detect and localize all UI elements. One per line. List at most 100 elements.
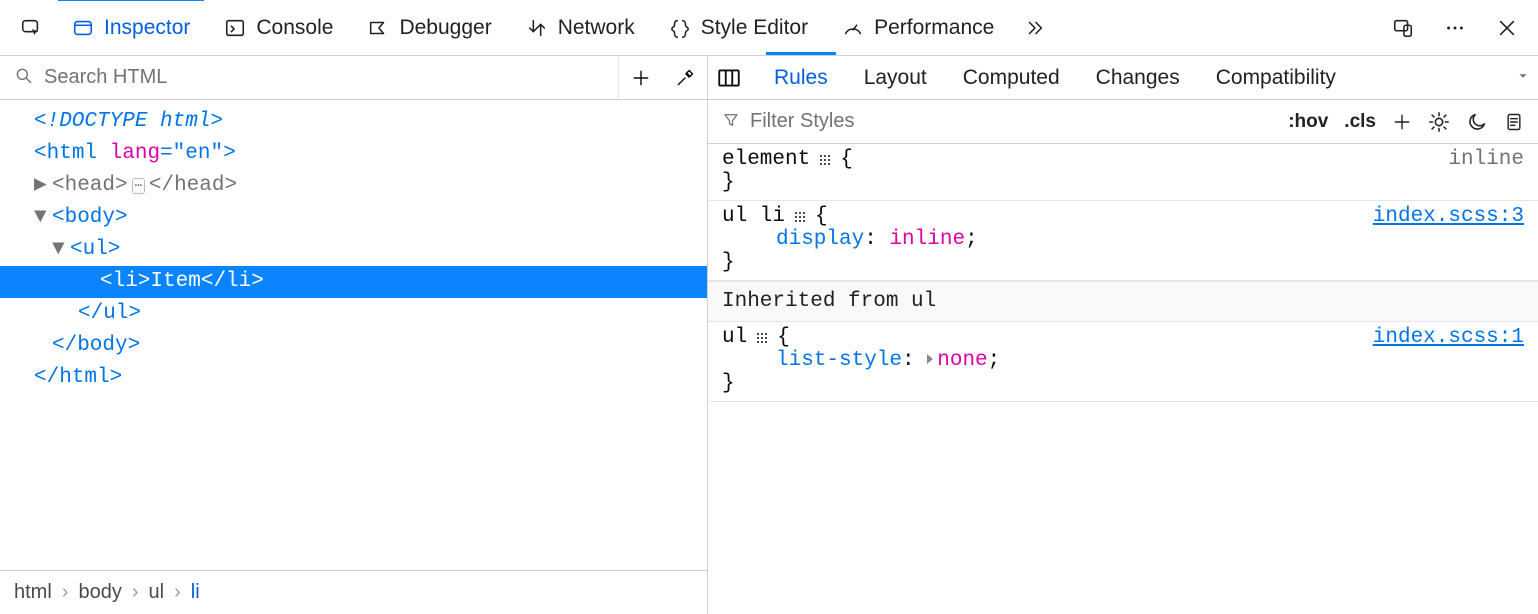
- dom-ul-open[interactable]: ▼ <ul>: [0, 234, 707, 266]
- dark-scheme-button[interactable]: [1466, 111, 1488, 133]
- tabs-dropdown-button[interactable]: [1516, 69, 1530, 87]
- chevron-double-right-icon: [1024, 17, 1046, 39]
- tab-console-label: Console: [256, 16, 333, 40]
- rule-element[interactable]: element { inline }: [708, 144, 1538, 201]
- tab-changes[interactable]: Changes: [1092, 60, 1184, 96]
- rule-selector: element: [722, 148, 810, 171]
- more-horizontal-icon: [1444, 17, 1466, 39]
- rule-source-inline: inline: [1448, 148, 1524, 171]
- pick-element-button[interactable]: [10, 9, 52, 47]
- rule-ul[interactable]: ul { index.scss:1 list-style: none; }: [708, 322, 1538, 402]
- chevron-down-icon: [1516, 69, 1530, 83]
- close-devtools-button[interactable]: [1486, 9, 1528, 47]
- inherited-from-header: Inherited from ul: [708, 281, 1538, 322]
- css-value[interactable]: none: [937, 349, 987, 372]
- network-icon: [526, 17, 548, 39]
- plus-icon: [631, 68, 651, 88]
- cls-button[interactable]: .cls: [1344, 111, 1376, 133]
- html-search-bar: [0, 56, 707, 100]
- performance-icon: [842, 17, 864, 39]
- dom-li[interactable]: <li>Item</li>: [0, 266, 707, 298]
- rule-ul-li[interactable]: ul li { index.scss:3 display: inline; }: [708, 201, 1538, 281]
- eyedropper-icon: [675, 68, 695, 88]
- dom-body-open[interactable]: ▼ <body>: [0, 202, 707, 234]
- grip-icon: [755, 331, 769, 345]
- css-property[interactable]: display: [776, 228, 864, 251]
- expand-triangle-icon[interactable]: [927, 354, 933, 364]
- devtools-toolbar: Inspector Console Debugger Network Style…: [0, 0, 1538, 56]
- console-icon: [224, 17, 246, 39]
- sun-icon: [1428, 111, 1450, 133]
- breadcrumb-li[interactable]: li: [191, 581, 200, 604]
- breadcrumb-body[interactable]: body: [78, 581, 121, 604]
- add-rule-button[interactable]: [1392, 112, 1412, 132]
- filter-icon: [722, 111, 740, 133]
- expand-triangle-icon[interactable]: ▶: [34, 170, 50, 202]
- tab-network-label: Network: [558, 16, 635, 40]
- tab-debugger-label: Debugger: [399, 16, 491, 40]
- moon-icon: [1466, 111, 1488, 133]
- rule-selector: ul li: [722, 205, 785, 228]
- responsive-icon: [1392, 17, 1414, 39]
- debugger-icon: [367, 17, 389, 39]
- css-value[interactable]: inline: [889, 228, 965, 251]
- responsive-design-button[interactable]: [1382, 9, 1424, 47]
- tab-inspector-label: Inspector: [104, 16, 190, 40]
- tab-performance-label: Performance: [874, 16, 994, 40]
- grip-icon: [793, 210, 807, 224]
- tab-layout[interactable]: Layout: [860, 60, 931, 96]
- rules-list: element { inline } ul li { index.scss:3: [708, 144, 1538, 614]
- dom-head[interactable]: ▶ <head>⋯</head>: [0, 170, 707, 202]
- add-element-button[interactable]: [619, 56, 663, 100]
- rule-source-link[interactable]: index.scss:3: [1373, 205, 1524, 228]
- breadcrumb-ul[interactable]: ul: [149, 581, 165, 604]
- chevron-right-icon: ›: [132, 581, 139, 604]
- light-scheme-button[interactable]: [1428, 111, 1450, 133]
- tab-console[interactable]: Console: [210, 8, 347, 48]
- overflow-tabs-button[interactable]: [1014, 9, 1056, 47]
- search-icon: [14, 66, 34, 90]
- close-icon: [1496, 17, 1518, 39]
- dom-ul-close[interactable]: </ul>: [0, 298, 707, 330]
- tab-styleeditor[interactable]: Style Editor: [655, 8, 822, 48]
- eyedropper-button[interactable]: [663, 56, 707, 100]
- tab-network[interactable]: Network: [512, 8, 649, 48]
- breadcrumb: html › body › ul › li: [0, 570, 707, 614]
- dom-tree[interactable]: <!DOCTYPE html> <html lang="en"> ▶ <head…: [0, 100, 707, 570]
- panes-icon: [716, 65, 742, 91]
- rule-selector: ul: [722, 326, 747, 349]
- ellipsis-icon[interactable]: ⋯: [132, 178, 145, 194]
- breadcrumb-html[interactable]: html: [14, 581, 52, 604]
- dom-html-open[interactable]: <html lang="en">: [0, 138, 707, 170]
- tab-inspector[interactable]: Inspector: [58, 8, 204, 48]
- print-media-button[interactable]: [1504, 112, 1524, 132]
- chevron-right-icon: ›: [174, 581, 181, 604]
- print-icon: [1504, 112, 1524, 132]
- meatball-menu-button[interactable]: [1434, 9, 1476, 47]
- filter-styles-bar: :hov .cls: [708, 100, 1538, 144]
- search-html-input[interactable]: [44, 66, 604, 89]
- dom-doctype[interactable]: <!DOCTYPE html>: [0, 106, 707, 138]
- collapse-triangle-icon[interactable]: ▼: [34, 202, 50, 234]
- tab-styleeditor-label: Style Editor: [701, 16, 808, 40]
- dom-body-close[interactable]: </body>: [0, 330, 707, 362]
- tab-performance[interactable]: Performance: [828, 8, 1008, 48]
- tab-rules[interactable]: Rules: [770, 60, 832, 96]
- tab-computed[interactable]: Computed: [959, 60, 1064, 96]
- rules-tabs: Rules Layout Computed Changes Compatibil…: [708, 56, 1538, 100]
- plus-icon: [1392, 112, 1412, 132]
- rule-source-link[interactable]: index.scss:1: [1373, 326, 1524, 349]
- styleeditor-icon: [669, 17, 691, 39]
- toggle-3pane-button[interactable]: [716, 65, 742, 91]
- pseudo-hov-button[interactable]: :hov: [1288, 111, 1328, 133]
- filter-styles-input[interactable]: [750, 110, 1278, 133]
- css-property[interactable]: list-style: [776, 349, 902, 372]
- inspector-icon: [72, 17, 94, 39]
- grip-icon: [818, 153, 832, 167]
- chevron-right-icon: ›: [62, 581, 69, 604]
- tab-debugger[interactable]: Debugger: [353, 8, 505, 48]
- dom-html-close[interactable]: </html>: [0, 362, 707, 394]
- pick-element-icon: [20, 17, 42, 39]
- collapse-triangle-icon[interactable]: ▼: [52, 234, 68, 266]
- tab-compatibility[interactable]: Compatibility: [1212, 60, 1340, 96]
